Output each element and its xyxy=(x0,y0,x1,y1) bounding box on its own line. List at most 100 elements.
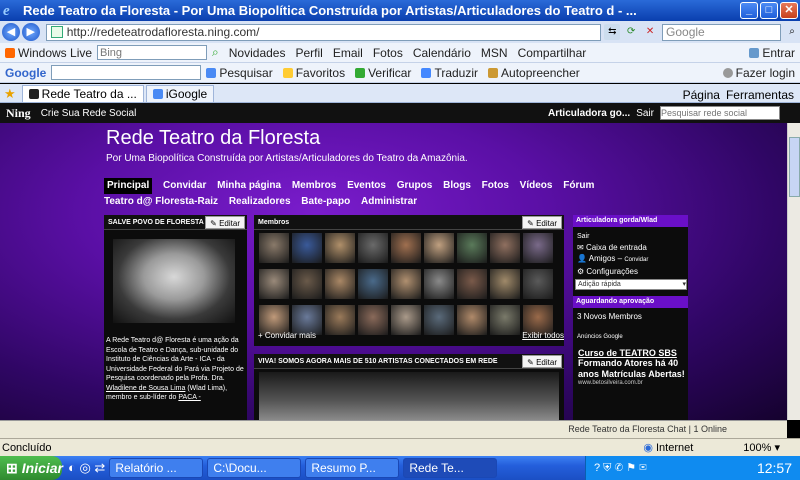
member-avatar[interactable] xyxy=(523,269,553,299)
invite-friends-link[interactable]: Convidar xyxy=(624,257,648,263)
login-button[interactable]: Fazer login xyxy=(722,66,795,80)
user-exit-link[interactable]: Sair xyxy=(573,231,688,242)
link-paca[interactable]: PACA - xyxy=(178,394,200,401)
nav-principal[interactable]: Principal xyxy=(104,178,153,194)
nav-membros[interactable]: Membros xyxy=(292,178,336,194)
favorites-star-icon[interactable]: ★ xyxy=(4,86,16,102)
link-wladilene[interactable]: Wladilene de Sousa Lima xyxy=(106,385,185,392)
nav-bate-papo[interactable]: Bate-papo xyxy=(301,194,350,210)
chat-bar[interactable]: Rede Teatro da Floresta Chat | 1 Online xyxy=(254,420,787,438)
member-avatar[interactable] xyxy=(259,269,289,299)
google-pesquisar[interactable]: Pesquisar xyxy=(206,66,273,80)
refresh-icon[interactable]: ⟳ xyxy=(623,24,639,40)
search-icon[interactable]: ⌕ xyxy=(784,24,800,40)
compatibility-icon[interactable]: ⇆ xyxy=(604,24,621,40)
ning-logo[interactable]: Ning xyxy=(6,106,31,121)
ning-search-input[interactable] xyxy=(660,106,780,120)
left-edit-button[interactable]: ✎ Editar xyxy=(205,216,245,229)
toolbar1-msn[interactable]: MSN xyxy=(481,46,508,60)
nav-convidar[interactable]: Convidar xyxy=(163,178,206,194)
task-documents[interactable]: C:\Docu... xyxy=(207,458,302,478)
create-network-link[interactable]: Crie Sua Rede Social xyxy=(41,108,137,119)
start-button[interactable]: ⊞ Iniciar xyxy=(0,456,63,480)
google-search-input[interactable]: Google xyxy=(662,23,782,41)
quick-launch-icons[interactable]: ◐ ◎ ⇄ xyxy=(68,460,105,476)
bing-search-input[interactable] xyxy=(97,45,208,60)
feed-edit-button[interactable]: ✎ Editar xyxy=(522,355,562,368)
scrollbar-thumb[interactable] xyxy=(789,137,800,197)
toolbar1-perfil[interactable]: Perfil xyxy=(295,46,322,60)
ad-block[interactable]: Curso de TEATRO SBS Formando Atores há 4… xyxy=(573,348,688,386)
quick-add-select[interactable]: Adição rápida ▾ xyxy=(575,279,687,290)
member-avatar[interactable] xyxy=(325,269,355,299)
group-photo-image[interactable] xyxy=(259,372,559,420)
nav-administrar[interactable]: Administrar xyxy=(361,194,417,210)
member-avatar[interactable] xyxy=(292,233,322,263)
url-input[interactable]: http://redeteatrodafloresta.ning.com/ xyxy=(45,23,602,41)
nav-blogs[interactable]: Blogs xyxy=(443,178,471,194)
member-avatar[interactable] xyxy=(490,269,520,299)
friends-link[interactable]: 👤 Amigos – Convidar xyxy=(573,253,688,266)
invite-more-link[interactable]: + Convidar mais xyxy=(258,331,316,340)
ning-user-name[interactable]: Articuladora go... xyxy=(548,108,630,119)
tab-rede-teatro[interactable]: Rede Teatro da ... xyxy=(21,85,144,102)
member-avatar[interactable] xyxy=(457,233,487,263)
new-members-link[interactable]: 3 Novos Membros xyxy=(573,311,688,322)
tray-icons[interactable]: ? ⛨ ✆ ⚑ ✉ xyxy=(594,461,647,475)
settings-link[interactable]: ⚙ Configurações xyxy=(573,266,688,277)
member-avatar[interactable] xyxy=(358,269,388,299)
ning-exit-link[interactable]: Sair xyxy=(636,108,654,119)
site-title[interactable]: Rede Teatro da Floresta xyxy=(106,127,320,150)
nav-teatro-raiz[interactable]: Teatro d@ Floresta-Raiz xyxy=(104,194,218,210)
nav-videos[interactable]: Vídeos xyxy=(520,178,553,194)
ad-title-link[interactable]: Curso de TEATRO SBS xyxy=(578,348,688,358)
show-all-link[interactable]: Exibir todos xyxy=(522,331,564,340)
member-avatar[interactable] xyxy=(358,233,388,263)
stop-icon[interactable]: ✕ xyxy=(642,24,658,40)
members-edit-button[interactable]: ✎ Editar xyxy=(522,216,562,229)
chevron-down-icon: ▾ xyxy=(682,281,686,288)
google-favoritos[interactable]: Favoritos xyxy=(282,66,345,80)
close-button[interactable]: ✕ xyxy=(780,2,798,19)
task-rede-teatro[interactable]: Rede Te... xyxy=(403,458,498,478)
member-avatar[interactable] xyxy=(490,233,520,263)
google-autopreencher[interactable]: Autopreencher xyxy=(488,66,580,80)
page-scrollbar[interactable] xyxy=(787,123,800,420)
toolbar1-novidades[interactable]: Novidades xyxy=(229,46,286,60)
tools-menu[interactable]: Ferramentas xyxy=(726,88,794,102)
nav-minha-pagina[interactable]: Minha página xyxy=(217,178,281,194)
toolbar1-compartilhar[interactable]: Compartilhar xyxy=(518,46,587,60)
nav-grupos[interactable]: Grupos xyxy=(397,178,433,194)
google-verificar[interactable]: Verificar xyxy=(355,66,411,80)
forward-button[interactable]: ▶ xyxy=(21,23,40,41)
member-avatar[interactable] xyxy=(391,269,421,299)
toolbar1-email[interactable]: Email xyxy=(333,46,363,60)
member-avatar[interactable] xyxy=(259,233,289,263)
bing-search-icon[interactable]: ⌕ xyxy=(212,45,219,60)
member-avatar[interactable] xyxy=(424,269,454,299)
minimize-button[interactable]: _ xyxy=(740,2,758,19)
toolbar1-fotos[interactable]: Fotos xyxy=(373,46,403,60)
maximize-button[interactable]: □ xyxy=(760,2,778,19)
page-menu[interactable]: Página xyxy=(683,88,720,102)
member-avatar[interactable] xyxy=(292,269,322,299)
nav-forum[interactable]: Fórum xyxy=(563,178,594,194)
member-avatar[interactable] xyxy=(424,233,454,263)
member-avatar[interactable] xyxy=(523,233,553,263)
member-avatar[interactable] xyxy=(457,269,487,299)
task-resumo[interactable]: Resumo P... xyxy=(305,458,400,478)
inbox-link[interactable]: ✉ Caixa de entrada xyxy=(573,242,688,253)
zoom-level[interactable]: 100% ▾ xyxy=(743,441,780,454)
member-avatar[interactable] xyxy=(391,233,421,263)
nav-realizadores[interactable]: Realizadores xyxy=(229,194,291,210)
back-button[interactable]: ◀ xyxy=(2,23,20,41)
google-toolbar-input[interactable] xyxy=(51,65,202,80)
enter-button[interactable]: Entrar xyxy=(749,46,795,60)
google-traduzir[interactable]: Traduzir xyxy=(421,66,478,80)
task-relatorio[interactable]: Relatório ... xyxy=(109,458,204,478)
nav-fotos[interactable]: Fotos xyxy=(482,178,509,194)
nav-eventos[interactable]: Eventos xyxy=(347,178,386,194)
toolbar1-calendario[interactable]: Calendário xyxy=(413,46,471,60)
member-avatar[interactable] xyxy=(325,233,355,263)
tab-igoogle[interactable]: iGoogle xyxy=(145,85,215,102)
